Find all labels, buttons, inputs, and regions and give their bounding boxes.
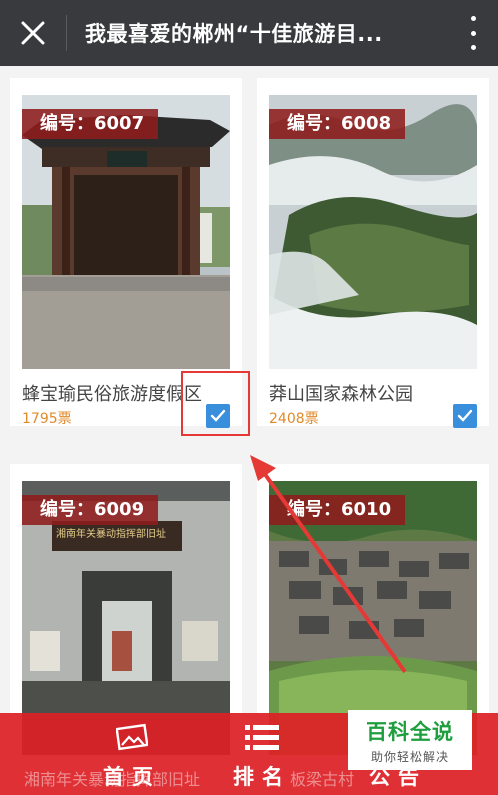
gate-sign: 湘南年关暴动指挥部旧址 xyxy=(56,529,166,540)
entry-number-badge: 编号：6007 xyxy=(22,109,159,139)
watermark-logo: 百科全说 助你轻松解决 xyxy=(348,710,472,770)
more-vertical-icon xyxy=(470,16,476,21)
title-divider xyxy=(66,15,67,51)
more-button[interactable] xyxy=(466,16,480,50)
entry-card-6008[interactable]: 编号：6008 莽山国家森林公园 2408票 xyxy=(257,78,489,428)
nav-home-label: 首页 xyxy=(103,765,161,789)
entry-number-badge: 编号：6010 xyxy=(269,495,406,525)
entry-name: 蜂宝瑜民俗旅游度假区 xyxy=(22,384,202,405)
close-button[interactable] xyxy=(0,0,66,66)
entry-number-badge: 编号：6009 xyxy=(22,495,159,525)
annotation-highlight-box xyxy=(181,371,250,436)
entry-name: 莽山国家森林公园 xyxy=(269,384,413,405)
checkmark-icon xyxy=(457,409,473,422)
nav-rank-label: 排名 xyxy=(233,765,291,789)
vote-count: 1795票 xyxy=(22,411,72,427)
vote-count: 2408票 xyxy=(269,411,319,427)
list-icon xyxy=(245,725,279,750)
nav-rank[interactable]: 排名 xyxy=(230,713,294,795)
entry-caption-6010: 板梁古村 xyxy=(290,770,355,789)
entry-photo[interactable]: 编号：6007 xyxy=(22,95,230,369)
watermark-title: 百科全说 xyxy=(366,719,454,744)
entry-number-badge: 编号：6008 xyxy=(269,109,406,139)
page-title: 我最喜爱的郴州“十佳旅游目... xyxy=(85,22,383,46)
watermark-subtitle: 助你轻松解决 xyxy=(370,749,449,764)
image-icon xyxy=(116,723,148,751)
nav-home[interactable]: 首页 xyxy=(100,713,164,795)
close-icon xyxy=(21,21,45,45)
entry-photo[interactable]: 编号：6008 xyxy=(269,95,477,369)
title-bar: 我最喜爱的郴州“十佳旅游目... xyxy=(0,0,498,66)
vote-checkbox[interactable] xyxy=(453,404,477,428)
